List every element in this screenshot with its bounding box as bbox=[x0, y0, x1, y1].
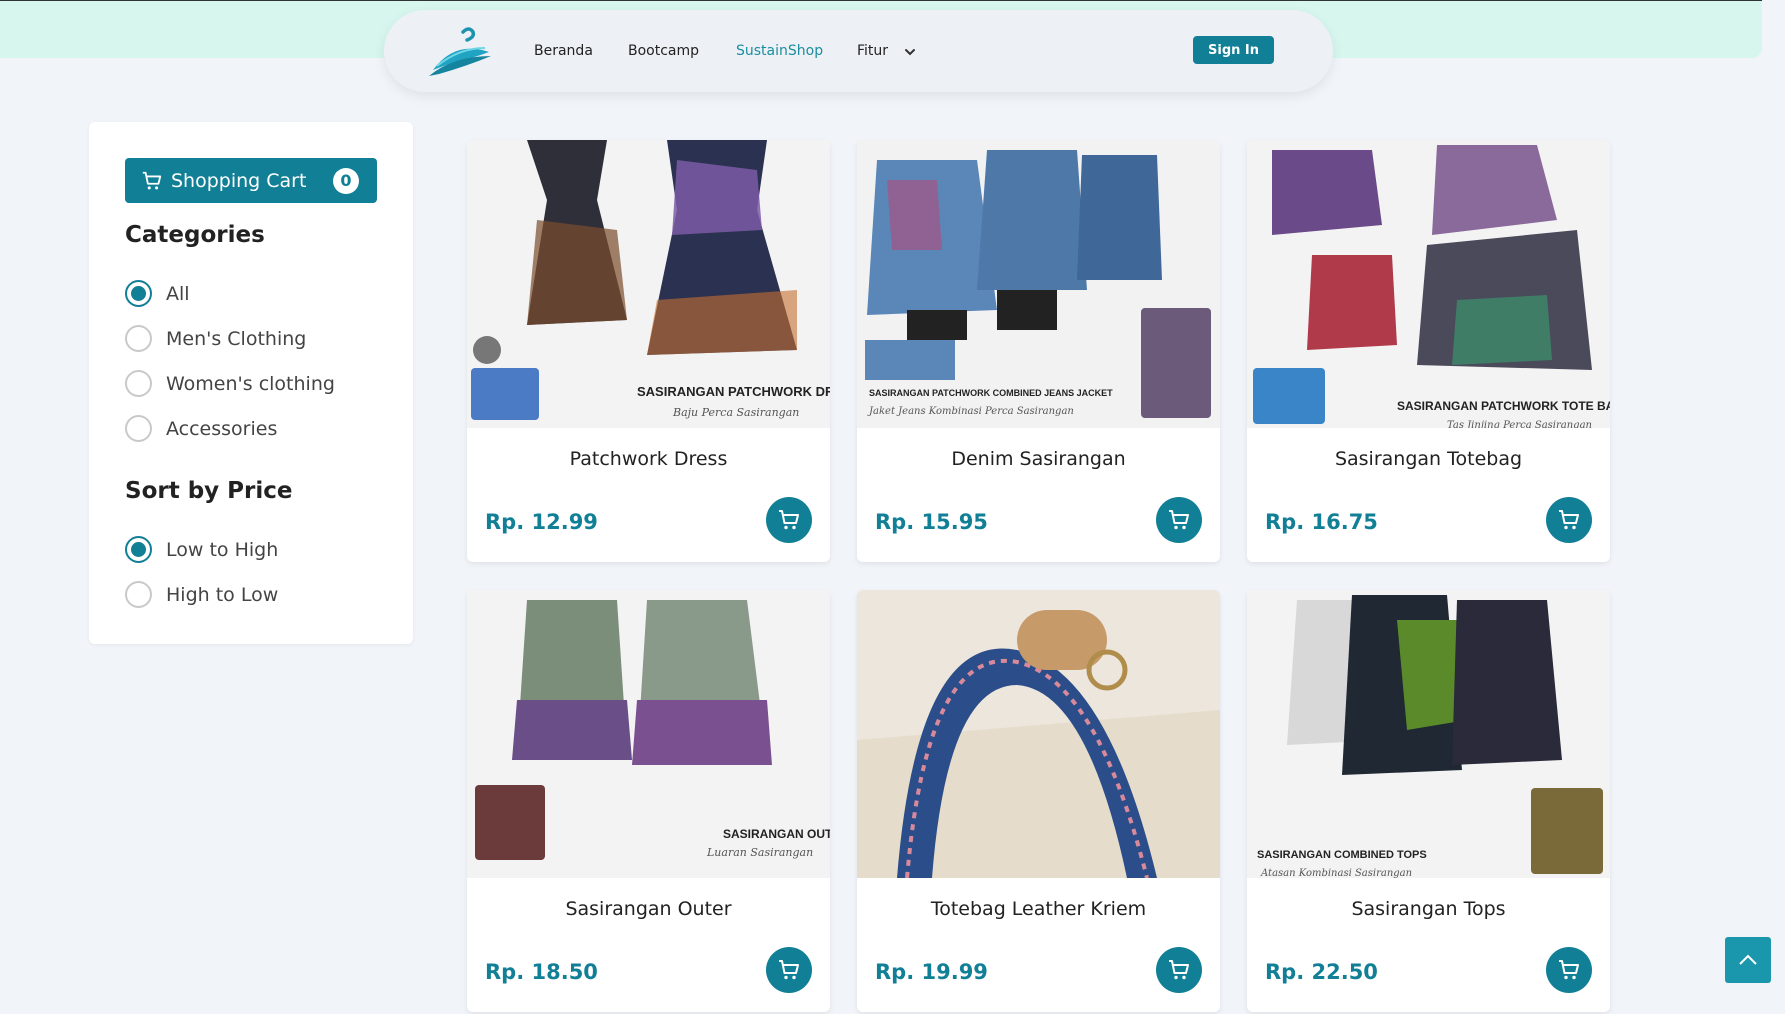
product-price: Rp. 15.95 bbox=[875, 510, 988, 534]
chevron-up-icon bbox=[1739, 954, 1757, 965]
nav-item-sustainshop[interactable]: SustainShop bbox=[736, 43, 823, 59]
image-subcaption: Tas Jinjing Perca Sasirangan bbox=[1447, 420, 1592, 428]
add-to-cart-button[interactable] bbox=[766, 497, 812, 543]
radio-label: Low to High bbox=[166, 538, 279, 561]
radio-label: Accessories bbox=[166, 417, 278, 440]
product-price: Rp. 19.99 bbox=[875, 960, 988, 984]
category-option-accessories[interactable]: Accessories bbox=[125, 415, 277, 442]
cart-icon bbox=[1169, 960, 1189, 980]
nav-item-fitur[interactable]: Fitur bbox=[857, 43, 888, 59]
filter-sidebar: Shopping Cart 0 Categories All Men's Clo… bbox=[89, 122, 413, 644]
image-caption: SASIRANGAN PATCHWORK COMBINED JEANS JACK… bbox=[869, 388, 1113, 398]
product-price: Rp. 22.50 bbox=[1265, 960, 1378, 984]
product-name: Denim Sasirangan bbox=[951, 448, 1126, 470]
product-card[interactable]: Totebag Leather Kriem Rp. 19.99 bbox=[857, 590, 1220, 1012]
product-image[interactable]: SASIRANGAN PATCHWORK DRESS Baju Perca Sa… bbox=[467, 140, 830, 428]
radio-label: All bbox=[166, 282, 190, 305]
add-to-cart-button[interactable] bbox=[766, 947, 812, 993]
image-caption: SASIRANGAN COMBINED TOPS bbox=[1257, 849, 1427, 861]
nav-item-beranda[interactable]: Beranda bbox=[534, 43, 593, 59]
add-to-cart-button[interactable] bbox=[1156, 497, 1202, 543]
cart-icon bbox=[779, 960, 799, 980]
shopping-cart-label: Shopping Cart bbox=[171, 169, 307, 192]
product-name: Totebag Leather Kriem bbox=[930, 898, 1147, 920]
navbar: Beranda Bootcamp SustainShop Fitur Sign … bbox=[384, 10, 1333, 92]
product-card[interactable]: SASIRANGAN PATCHWORK COMBINED JEANS JACK… bbox=[857, 140, 1220, 562]
sort-by-price-heading: Sort by Price bbox=[125, 478, 293, 504]
image-caption: SASIRANGAN PATCHWORK DRESS bbox=[637, 384, 830, 399]
product-image[interactable]: SASIRANGAN OUTER Luaran Sasirangan bbox=[467, 590, 830, 878]
product-card[interactable]: SASIRANGAN PATCHWORK DRESS Baju Perca Sa… bbox=[467, 140, 830, 562]
hanger-logo-icon[interactable] bbox=[425, 26, 495, 78]
product-card[interactable]: SASIRANGAN PATCHWORK TOTE BAG Tas Jinjin… bbox=[1247, 140, 1610, 562]
product-image[interactable]: SASIRANGAN PATCHWORK TOTE BAG Tas Jinjin… bbox=[1247, 140, 1610, 428]
product-image[interactable] bbox=[857, 590, 1220, 878]
product-price: Rp. 16.75 bbox=[1265, 510, 1378, 534]
sort-option-high-to-low[interactable]: High to Low bbox=[125, 581, 278, 608]
product-price: Rp. 12.99 bbox=[485, 510, 598, 534]
cart-icon bbox=[142, 171, 162, 189]
chevron-down-icon[interactable] bbox=[904, 46, 916, 58]
radio-button[interactable] bbox=[125, 536, 152, 563]
cart-icon bbox=[779, 510, 799, 530]
shopping-cart-button[interactable]: Shopping Cart 0 bbox=[125, 158, 377, 203]
radio-label: Men's Clothing bbox=[166, 327, 307, 350]
radio-button[interactable] bbox=[125, 581, 152, 608]
radio-button[interactable] bbox=[125, 370, 152, 397]
product-card[interactable]: SASIRANGAN COMBINED TOPS Atasan Kombinas… bbox=[1247, 590, 1610, 1012]
product-name: Sasirangan Tops bbox=[1351, 898, 1506, 920]
add-to-cart-button[interactable] bbox=[1546, 947, 1592, 993]
add-to-cart-button[interactable] bbox=[1546, 497, 1592, 543]
radio-button[interactable] bbox=[125, 280, 152, 307]
image-subcaption: Luaran Sasirangan bbox=[706, 846, 813, 859]
image-caption: SASIRANGAN PATCHWORK TOTE BAG bbox=[1397, 399, 1610, 413]
nav-item-bootcamp[interactable]: Bootcamp bbox=[628, 43, 699, 59]
product-name: Patchwork Dress bbox=[569, 448, 728, 470]
cart-icon bbox=[1169, 510, 1189, 530]
image-subcaption: Jaket Jeans Kombinasi Perca Sasirangan bbox=[867, 406, 1074, 417]
scroll-to-top-button[interactable] bbox=[1725, 937, 1771, 983]
product-image[interactable]: SASIRANGAN COMBINED TOPS Atasan Kombinas… bbox=[1247, 590, 1610, 878]
category-option-mens-clothing[interactable]: Men's Clothing bbox=[125, 325, 306, 352]
sign-in-button[interactable]: Sign In bbox=[1193, 36, 1274, 64]
cart-icon bbox=[1559, 510, 1579, 530]
radio-button[interactable] bbox=[125, 415, 152, 442]
cart-count-badge: 0 bbox=[333, 168, 359, 194]
image-subcaption: Atasan Kombinasi Sasirangan bbox=[1260, 868, 1412, 878]
radio-label: Women's clothing bbox=[166, 372, 335, 395]
radio-label: High to Low bbox=[166, 583, 279, 606]
product-image[interactable]: SASIRANGAN PATCHWORK COMBINED JEANS JACK… bbox=[857, 140, 1220, 428]
cart-icon bbox=[1559, 960, 1579, 980]
product-name: Sasirangan Totebag bbox=[1334, 448, 1523, 470]
radio-button[interactable] bbox=[125, 325, 152, 352]
image-caption: SASIRANGAN OUTER bbox=[723, 827, 830, 841]
categories-heading: Categories bbox=[125, 222, 265, 248]
product-price: Rp. 18.50 bbox=[485, 960, 598, 984]
product-name: Sasirangan Outer bbox=[565, 898, 732, 920]
product-card[interactable]: SASIRANGAN OUTER Luaran Sasirangan Sasir… bbox=[467, 590, 830, 1012]
category-option-womens-clothing[interactable]: Women's clothing bbox=[125, 370, 335, 397]
add-to-cart-button[interactable] bbox=[1156, 947, 1202, 993]
image-subcaption: Baju Perca Sasirangan bbox=[672, 406, 799, 419]
category-option-all[interactable]: All bbox=[125, 280, 190, 307]
sort-option-low-to-high[interactable]: Low to High bbox=[125, 536, 278, 563]
